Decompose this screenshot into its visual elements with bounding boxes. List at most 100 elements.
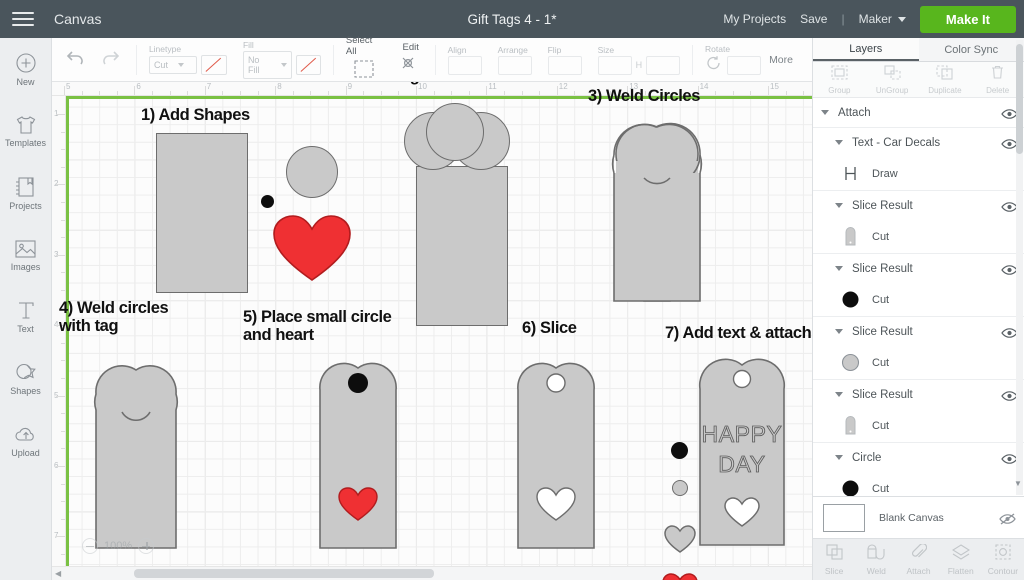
shape-tag-final-step7[interactable]: HAPPY DAY: [688, 345, 798, 550]
make-it-button[interactable]: Make It: [919, 5, 1016, 33]
scrollbar-thumb[interactable]: [134, 569, 435, 578]
sidebar-item-images[interactable]: Images: [0, 224, 51, 286]
shape-heart-red[interactable]: [270, 214, 354, 282]
shape-welded-circles-step3[interactable]: [604, 105, 710, 302]
eye-visible-icon[interactable]: [1001, 452, 1018, 464]
ungroup-button[interactable]: UnGroup: [866, 62, 919, 97]
arrange-control[interactable]: [497, 55, 532, 75]
rotate-input[interactable]: [727, 55, 762, 75]
zoom-in-button[interactable]: [138, 538, 155, 554]
shape-small-circle-black[interactable]: [261, 195, 274, 208]
duplicate-button[interactable]: Duplicate: [919, 62, 972, 97]
layer-row[interactable]: Slice Result: [813, 254, 1024, 283]
layer-child-row[interactable]: Cut: [813, 346, 1024, 379]
shape-slice-piece-gray-circle[interactable]: [672, 480, 688, 496]
align-group[interactable]: Align: [440, 38, 490, 82]
shape-circle-large[interactable]: [286, 146, 338, 198]
tab-color-sync[interactable]: Color Sync: [919, 38, 1024, 61]
chevron-down-icon[interactable]: [835, 140, 843, 145]
chevron-down-icon[interactable]: [835, 455, 843, 460]
size-width-input[interactable]: [597, 55, 632, 75]
layer-child-row[interactable]: Draw: [813, 157, 1024, 190]
scroll-left-arrow[interactable]: ◀: [52, 569, 64, 578]
eye-visible-icon[interactable]: [1001, 200, 1018, 212]
canvas-area[interactable]: 5678910111213141516 12345678: [52, 82, 812, 580]
linetype-select[interactable]: Cut: [148, 56, 197, 74]
layer-row[interactable]: Slice Result: [813, 317, 1024, 346]
select-all-button[interactable]: Select All: [338, 35, 391, 82]
sidebar-item-text[interactable]: Text: [0, 286, 51, 348]
machine-selector[interactable]: Maker: [859, 12, 906, 26]
blank-canvas-row[interactable]: Blank Canvas: [813, 496, 1024, 538]
layer-row[interactable]: Circle: [813, 443, 1024, 472]
notebook-icon: [15, 176, 36, 198]
fill-color-swatch[interactable]: [296, 55, 321, 75]
eye-visible-icon[interactable]: [1001, 137, 1018, 149]
layer-row[interactable]: Text - Car Decals: [813, 128, 1024, 157]
flip-group[interactable]: Flip: [540, 38, 590, 82]
shape-tag-sliced-step6[interactable]: [504, 350, 608, 550]
my-projects-link[interactable]: My Projects: [723, 12, 786, 26]
sidebar-item-projects[interactable]: Projects: [0, 162, 51, 224]
flatten-button[interactable]: Flatten: [940, 539, 982, 580]
size-lock-icon[interactable]: H: [636, 60, 643, 70]
shape-rectangle-step2[interactable]: [416, 166, 508, 326]
tab-layers[interactable]: Layers: [813, 38, 919, 61]
eye-hidden-icon[interactable]: [999, 512, 1016, 525]
undo-icon[interactable]: [66, 49, 86, 70]
ruler-tick-mark: [61, 430, 65, 432]
contour-button[interactable]: Contour: [982, 539, 1024, 580]
save-button[interactable]: Save: [800, 12, 827, 26]
sidebar-item-shapes[interactable]: Shapes: [0, 348, 51, 410]
chevron-down-icon[interactable]: ▼: [1012, 479, 1024, 488]
eye-visible-icon[interactable]: [1001, 326, 1018, 338]
canvas-horizontal-scrollbar[interactable]: ◀: [52, 566, 812, 580]
shape-tag-welded-step4[interactable]: [84, 350, 188, 550]
chevron-down-icon[interactable]: [835, 203, 843, 208]
zoom-out-button[interactable]: [82, 538, 98, 554]
hamburger-menu-icon[interactable]: [0, 0, 46, 38]
fill-select[interactable]: No Fill: [242, 51, 293, 79]
panel-tabs: Layers Color Sync: [813, 38, 1024, 62]
redo-icon[interactable]: [100, 49, 120, 70]
shape-tag-step5[interactable]: [306, 350, 410, 550]
rotate-icon[interactable]: [705, 55, 723, 76]
slice-button[interactable]: Slice: [813, 539, 855, 580]
attach-button[interactable]: Attach: [897, 539, 939, 580]
layer-row[interactable]: Slice Result: [813, 380, 1024, 409]
layer-child-row[interactable]: Cut: [813, 472, 1024, 496]
layer-row[interactable]: Slice Result: [813, 191, 1024, 220]
layer-child-row[interactable]: Cut: [813, 409, 1024, 442]
layer-child-row[interactable]: Cut: [813, 220, 1024, 253]
layers-scrollbar-thumb[interactable]: [1016, 44, 1023, 154]
blank-canvas-swatch[interactable]: [823, 503, 865, 532]
weld-button[interactable]: Weld: [855, 539, 897, 580]
align-control[interactable]: [447, 55, 482, 75]
layer-row[interactable]: Attach: [813, 98, 1024, 127]
size-height-input[interactable]: [646, 55, 681, 75]
layer-child-row[interactable]: Cut: [813, 283, 1024, 316]
chevron-down-icon[interactable]: [835, 392, 843, 397]
chevron-down-icon[interactable]: [835, 266, 843, 271]
arrange-group[interactable]: Arrange: [490, 38, 540, 82]
layer-group: Attach: [813, 98, 1024, 128]
shape-slice-piece-red-heart[interactable]: [662, 573, 698, 580]
shape-circle-step2-center[interactable]: [426, 103, 484, 161]
flip-control[interactable]: [547, 55, 582, 75]
group-button[interactable]: Group: [813, 62, 866, 97]
eye-visible-icon[interactable]: [1001, 263, 1018, 275]
linetype-color-swatch[interactable]: [200, 55, 227, 75]
sidebar-item-templates[interactable]: Templates: [0, 100, 51, 162]
chevron-down-icon[interactable]: [835, 329, 843, 334]
eye-visible-icon[interactable]: [1001, 389, 1018, 401]
more-button[interactable]: More: [769, 54, 812, 66]
layers-list[interactable]: Attach Text - Car Decals Draw Slice Resul…: [813, 98, 1024, 496]
sidebar-item-new[interactable]: New: [0, 38, 51, 100]
edit-button[interactable]: Edit: [391, 38, 431, 82]
eye-visible-icon[interactable]: [1001, 107, 1018, 119]
chevron-down-icon[interactable]: [821, 110, 829, 115]
annotation-step3: 3) Weld Circles: [588, 87, 700, 105]
shape-slice-piece-black-circle[interactable]: [671, 442, 688, 459]
sidebar-item-upload[interactable]: Upload: [0, 410, 51, 472]
shape-rectangle-base[interactable]: [156, 133, 248, 293]
